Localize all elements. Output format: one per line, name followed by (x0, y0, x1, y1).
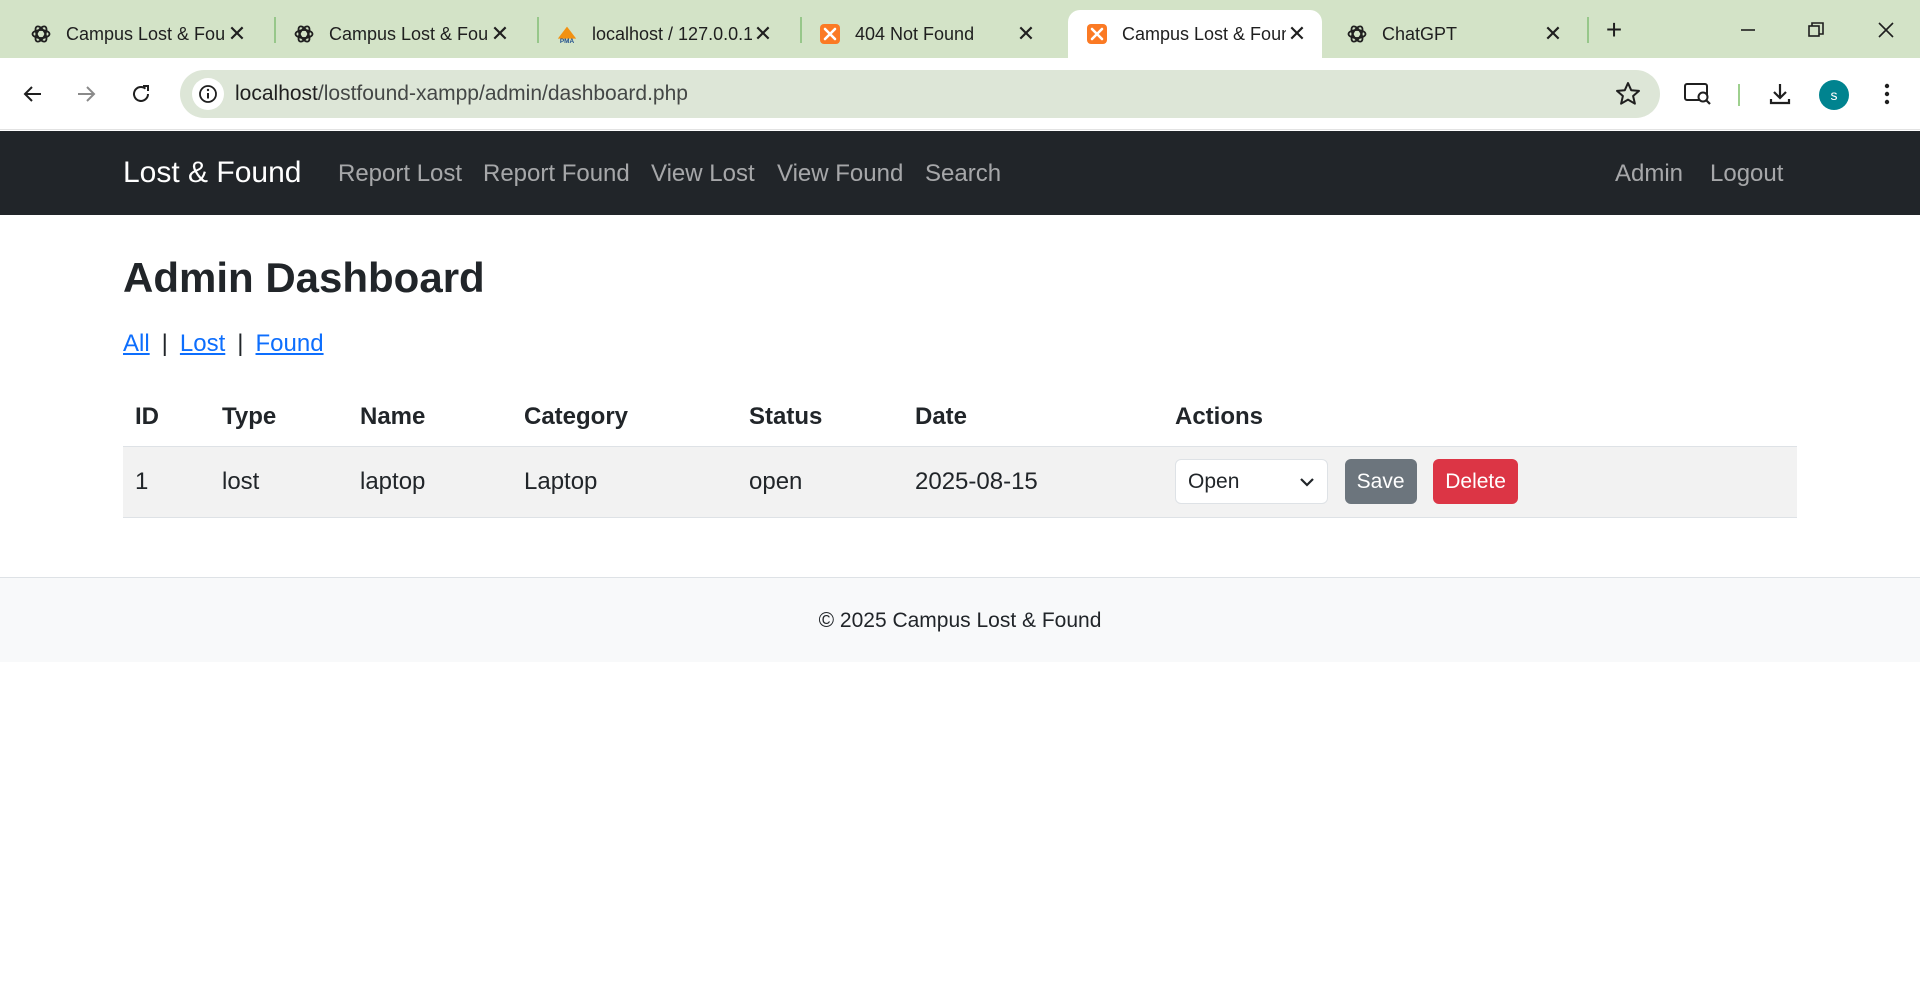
cell-type: lost (210, 446, 348, 518)
filter-lost-link[interactable]: Lost (180, 330, 225, 357)
forward-arrow-icon (78, 86, 96, 102)
address-bar[interactable]: localhost/lostfound-xampp/admin/dashboar… (180, 70, 1660, 118)
filter-links: All | Lost | Found (123, 330, 324, 358)
browser-tab[interactable]: 404 Not Found ✕ (801, 10, 1051, 58)
back-button[interactable] (13, 74, 53, 114)
minimize-button[interactable] (1724, 8, 1772, 52)
column-header-category: Category (512, 388, 737, 447)
tab-strip: Campus Lost & Found ✕ Campus Lost & Foun… (0, 0, 1920, 58)
phpmyadmin-icon: PMA (556, 23, 578, 45)
browser-tab-active[interactable]: Campus Lost & Found ✕ (1068, 10, 1322, 58)
browser-tab[interactable]: PMA localhost / 127.0.0.1 ✕ (538, 10, 788, 58)
cell-id: 1 (123, 446, 210, 518)
column-header-id: ID (123, 388, 210, 447)
close-icon[interactable]: ✕ (1286, 21, 1308, 46)
brand-link[interactable]: Lost & Found (123, 156, 301, 190)
minimize-icon (1741, 29, 1755, 31)
url-host: localhost (235, 82, 318, 105)
nav-view-lost[interactable]: View Lost (651, 160, 755, 188)
site-info-icon[interactable] (192, 78, 224, 110)
browser-tab[interactable]: Campus Lost & Found ✕ (12, 10, 262, 58)
table-header-row: ID Type Name Category Status Date Action… (123, 388, 1797, 447)
cell-category: Laptop (512, 446, 737, 518)
url-text[interactable]: localhost/lostfound-xampp/admin/dashboar… (235, 82, 688, 106)
more-menu-icon[interactable] (1871, 78, 1903, 110)
filter-found-link[interactable]: Found (256, 330, 324, 357)
nav-search[interactable]: Search (925, 160, 1001, 188)
close-icon[interactable]: ✕ (1015, 21, 1037, 46)
xampp-icon (819, 23, 841, 45)
tab-title: Campus Lost & Found (329, 23, 489, 44)
page-title: Admin Dashboard (123, 254, 485, 301)
column-header-date: Date (903, 388, 1163, 447)
filter-separator: | (161, 330, 168, 357)
nav-report-lost[interactable]: Report Lost (338, 160, 462, 188)
restore-icon (1808, 22, 1824, 37)
browser-tab[interactable]: Campus Lost & Found ✕ (275, 10, 525, 58)
items-table: ID Type Name Category Status Date Action… (123, 388, 1797, 518)
status-select[interactable]: Open (1175, 459, 1328, 504)
filter-separator: | (237, 330, 244, 357)
table-row: 1 lost laptop Laptop open 2025-08-15 Ope… (123, 446, 1797, 518)
delete-button[interactable]: Delete (1433, 459, 1518, 504)
footer-copyright: © 2025 Campus Lost & Found (818, 609, 1102, 632)
close-icon[interactable]: ✕ (226, 21, 248, 46)
save-button[interactable]: Save (1344, 459, 1417, 504)
reload-button[interactable] (121, 74, 161, 114)
status-select-value: Open (1188, 469, 1240, 493)
cell-actions: Open Save Delete (1163, 446, 1797, 518)
new-tab-button[interactable]: + (1598, 14, 1630, 46)
forward-button[interactable] (66, 74, 106, 114)
restore-button[interactable] (1792, 8, 1840, 52)
back-arrow-icon (23, 86, 41, 102)
tab-title: localhost / 127.0.0.1 (592, 23, 752, 44)
filter-all-link[interactable]: All (123, 330, 150, 357)
tab-title: 404 Not Found (855, 23, 975, 44)
tab-divider (1587, 17, 1589, 43)
browser-toolbar: localhost/lostfound-xampp/admin/dashboar… (0, 58, 1920, 130)
page-footer: © 2025 Campus Lost & Found (0, 577, 1920, 662)
download-icon[interactable] (1764, 78, 1796, 110)
column-header-type: Type (210, 388, 348, 447)
column-header-status: Status (737, 388, 903, 447)
toolbar-divider (1738, 84, 1740, 106)
browser-tab[interactable]: ChatGPT ✕ (1328, 10, 1578, 58)
chatgpt-icon (293, 23, 315, 45)
url-path: /lostfound-xampp/admin/dashboard.php (317, 82, 688, 105)
cell-date: 2025-08-15 (903, 446, 1163, 518)
cell-status: open (737, 446, 903, 518)
close-icon[interactable]: ✕ (489, 21, 511, 46)
nav-admin[interactable]: Admin (1615, 160, 1683, 188)
profile-avatar[interactable]: s (1819, 80, 1849, 110)
nav-view-found[interactable]: View Found (777, 160, 903, 188)
cell-name: laptop (348, 446, 512, 518)
nav-report-found[interactable]: Report Found (483, 160, 630, 188)
close-icon[interactable]: ✕ (752, 21, 774, 46)
close-window-button[interactable] (1862, 8, 1910, 52)
chatgpt-icon (30, 23, 52, 45)
site-navbar: Lost & Found Report Lost Report Found Vi… (0, 131, 1920, 215)
nav-logout[interactable]: Logout (1710, 160, 1783, 188)
tab-title: Campus Lost & Found (1122, 23, 1286, 44)
screen-search-icon[interactable] (1682, 78, 1714, 110)
column-header-actions: Actions (1163, 388, 1797, 447)
tab-title: ChatGPT (1382, 23, 1458, 44)
chevron-down-icon (1300, 477, 1314, 487)
tab-title: Campus Lost & Found (66, 23, 226, 44)
chatgpt-icon (1346, 23, 1368, 45)
column-header-name: Name (348, 388, 512, 447)
xampp-icon (1086, 23, 1108, 45)
bookmark-star-icon[interactable] (1614, 80, 1642, 108)
svg-text:PMA: PMA (560, 38, 575, 45)
close-icon[interactable]: ✕ (1542, 21, 1564, 46)
close-icon (1878, 22, 1894, 38)
reload-icon (133, 85, 149, 102)
